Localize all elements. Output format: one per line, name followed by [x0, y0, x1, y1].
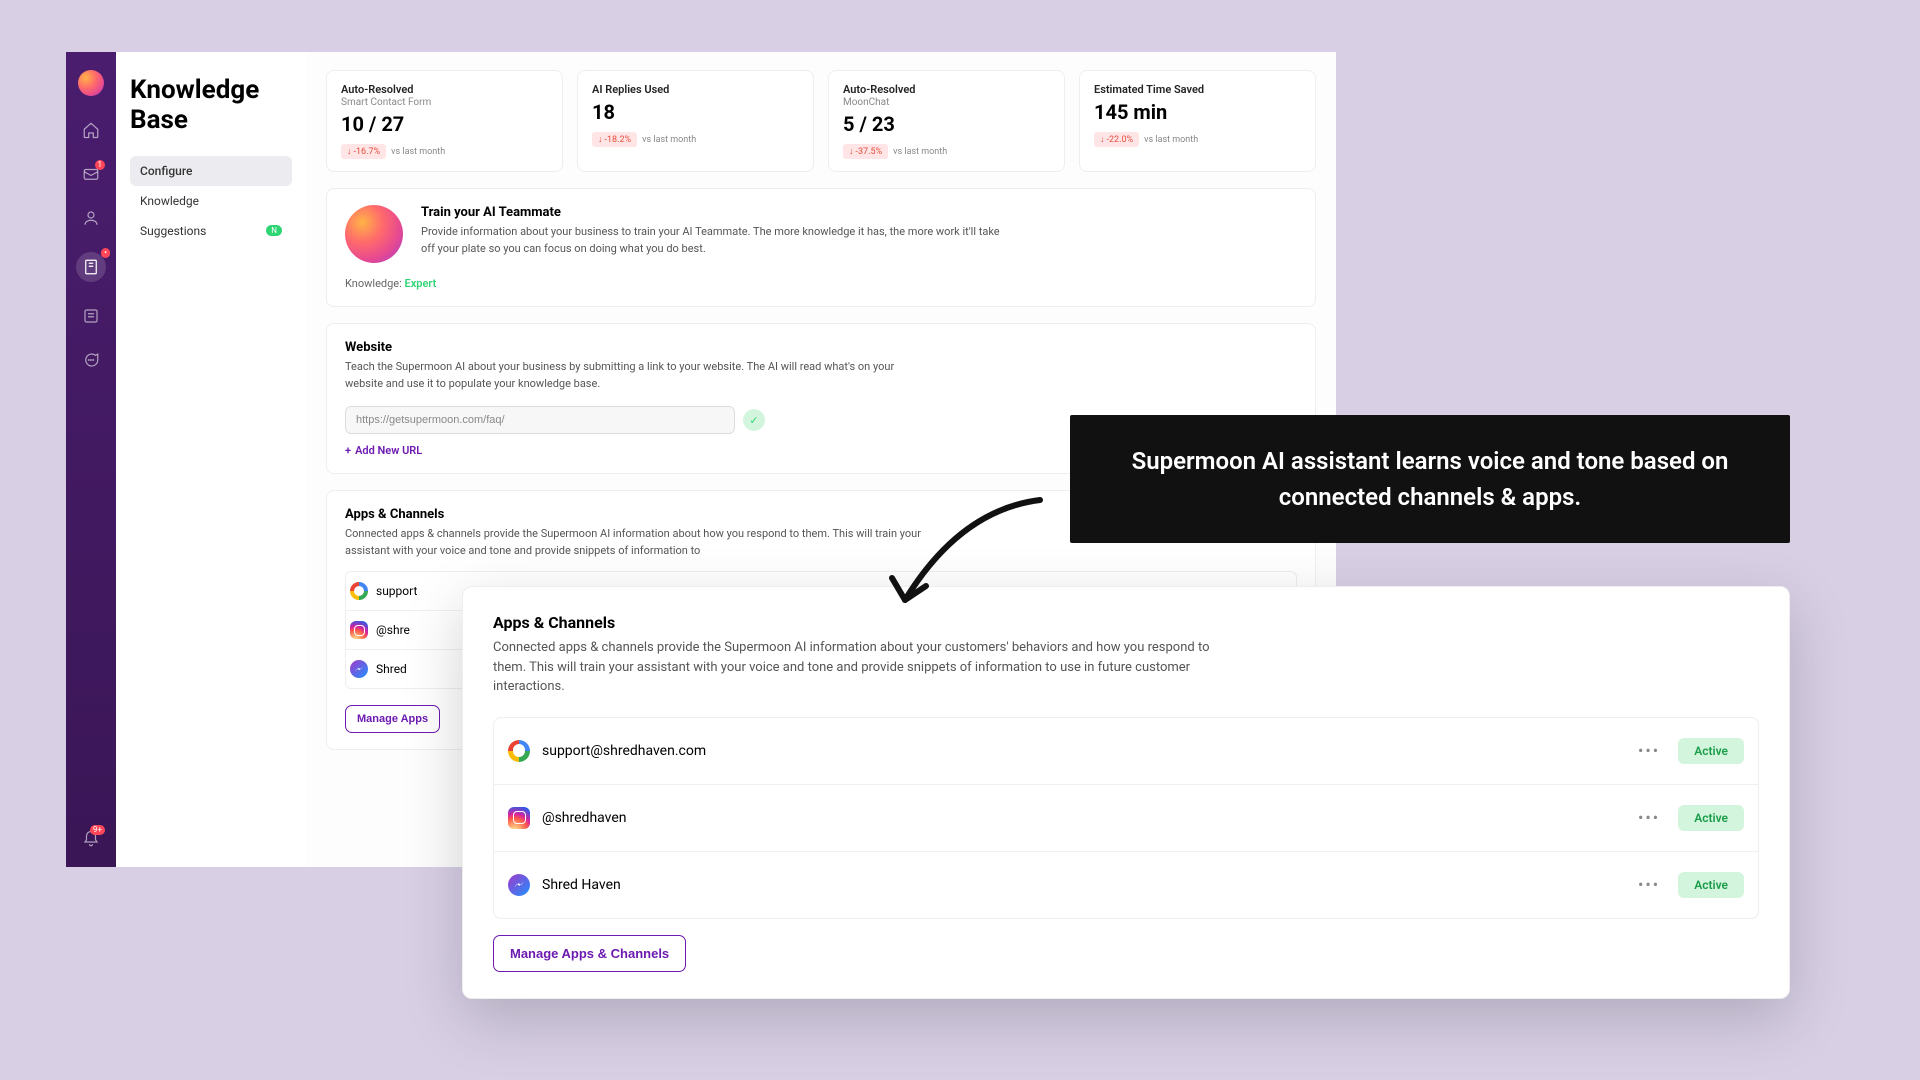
stat-delta-suffix: vs last month — [391, 147, 445, 157]
stat-sub: MoonChat — [843, 97, 1050, 108]
apps-bg-desc: Connected apps & channels provide the Su… — [345, 526, 925, 559]
channel-row-google: support@shredhaven.com ••• Active — [494, 718, 1758, 784]
stat-card-time-saved: Estimated Time Saved 145 min ↓ -22.0% vs … — [1079, 70, 1316, 172]
manage-apps-button-bg[interactable]: Manage Apps — [345, 705, 440, 733]
website-desc: Teach the Supermoon AI about your busine… — [345, 359, 925, 392]
subnav-suggestions[interactable]: Suggestions N — [130, 216, 292, 246]
annotation-arrow-icon — [880, 490, 1060, 620]
messenger-icon — [508, 874, 530, 896]
status-badge: Active — [1678, 805, 1744, 831]
secondary-nav: Knowledge Base Configure Knowledge Sugge… — [116, 52, 306, 867]
page-title: Knowledge Base — [130, 76, 292, 136]
channel-more-icon[interactable]: ••• — [1638, 808, 1660, 827]
stat-delta: ↓ -18.2% — [592, 132, 637, 147]
website-title: Website — [345, 340, 1297, 355]
channel-list: support@shredhaven.com ••• Active @shredh… — [493, 717, 1759, 919]
messenger-icon — [350, 660, 368, 678]
apps-desc: Connected apps & channels provide the Su… — [493, 638, 1213, 697]
knowledge-level: Knowledge: Expert — [345, 277, 1297, 290]
stat-value: 10 / 27 — [341, 112, 548, 136]
subnav-configure[interactable]: Configure — [130, 156, 292, 186]
stat-delta-suffix: vs last month — [642, 135, 696, 145]
subnav-label: Knowledge — [140, 194, 199, 208]
stat-value: 5 / 23 — [843, 112, 1050, 136]
channel-name: support@shredhaven.com — [542, 743, 706, 759]
subnav-label: Suggestions — [140, 224, 206, 238]
status-badge: Active — [1678, 872, 1744, 898]
train-desc: Provide information about your business … — [421, 224, 1001, 257]
instagram-icon — [350, 621, 368, 639]
icon-sidebar: 1 • 9+ — [66, 52, 116, 867]
notifications-badge: 9+ — [90, 825, 105, 835]
channel-name: @shredhaven — [542, 810, 627, 826]
stat-sub: Smart Contact Form — [341, 97, 548, 108]
stat-delta: ↓ -37.5% — [843, 144, 888, 159]
stat-value: 145 min — [1094, 100, 1301, 124]
stat-card-auto-resolved-chat: Auto-Resolved MoonChat 5 / 23 ↓ -37.5% vs… — [828, 70, 1065, 172]
instagram-icon — [508, 807, 530, 829]
stat-card-ai-replies: AI Replies Used 18 ↓ -18.2% vs last month — [577, 70, 814, 172]
notifications-icon[interactable]: 9+ — [81, 829, 101, 849]
stat-row: Auto-Resolved Smart Contact Form 10 / 27… — [326, 70, 1316, 172]
stat-card-auto-resolved-form: Auto-Resolved Smart Contact Form 10 / 27… — [326, 70, 563, 172]
forms-icon[interactable] — [81, 306, 101, 326]
ai-teammate-icon — [345, 205, 403, 263]
annotation-callout: Supermoon AI assistant learns voice and … — [1070, 415, 1790, 543]
apps-channels-popover: Apps & Channels Connected apps & channel… — [462, 586, 1790, 999]
knowledge-base-icon[interactable]: • — [76, 252, 106, 282]
train-card: Train your AI Teammate Provide informati… — [326, 188, 1316, 307]
stat-label: Auto-Resolved — [341, 83, 548, 96]
stat-label: Estimated Time Saved — [1094, 83, 1301, 96]
stat-delta: ↓ -22.0% — [1094, 132, 1139, 147]
stat-delta: ↓ -16.7% — [341, 144, 386, 159]
stat-label: Auto-Resolved — [843, 83, 1050, 96]
google-icon — [508, 740, 530, 762]
channel-row-instagram: @shredhaven ••• Active — [494, 784, 1758, 851]
stat-delta-suffix: vs last month — [1144, 135, 1198, 145]
channel-more-icon[interactable]: ••• — [1638, 875, 1660, 894]
subnav-knowledge[interactable]: Knowledge — [130, 186, 292, 216]
stat-delta-suffix: vs last month — [893, 147, 947, 157]
manage-apps-button[interactable]: Manage Apps & Channels — [493, 935, 686, 972]
stat-value: 18 — [592, 100, 799, 124]
chat-icon[interactable] — [81, 350, 101, 370]
home-icon[interactable] — [81, 120, 101, 140]
channel-name: Shred Haven — [542, 877, 621, 893]
inbox-icon[interactable]: 1 — [81, 164, 101, 184]
add-url-label: Add New URL — [355, 444, 422, 457]
channel-more-icon[interactable]: ••• — [1638, 741, 1660, 760]
url-check-icon: ✓ — [743, 409, 765, 431]
kb-badge: • — [101, 248, 110, 258]
contacts-icon[interactable] — [81, 208, 101, 228]
knowledge-label: Knowledge: — [345, 277, 402, 290]
stat-label: AI Replies Used — [592, 83, 799, 96]
train-title: Train your AI Teammate — [421, 205, 1001, 220]
channel-row-messenger: Shred Haven ••• Active — [494, 851, 1758, 918]
knowledge-value: Expert — [405, 277, 437, 290]
status-badge: Active — [1678, 738, 1744, 764]
subnav-label: Configure — [140, 164, 192, 178]
website-url-input[interactable] — [345, 406, 735, 434]
google-icon — [350, 582, 368, 600]
suggestions-badge: N — [266, 225, 282, 236]
apps-title: Apps & Channels — [493, 613, 1759, 632]
inbox-badge: 1 — [95, 160, 106, 170]
app-logo — [78, 70, 104, 96]
